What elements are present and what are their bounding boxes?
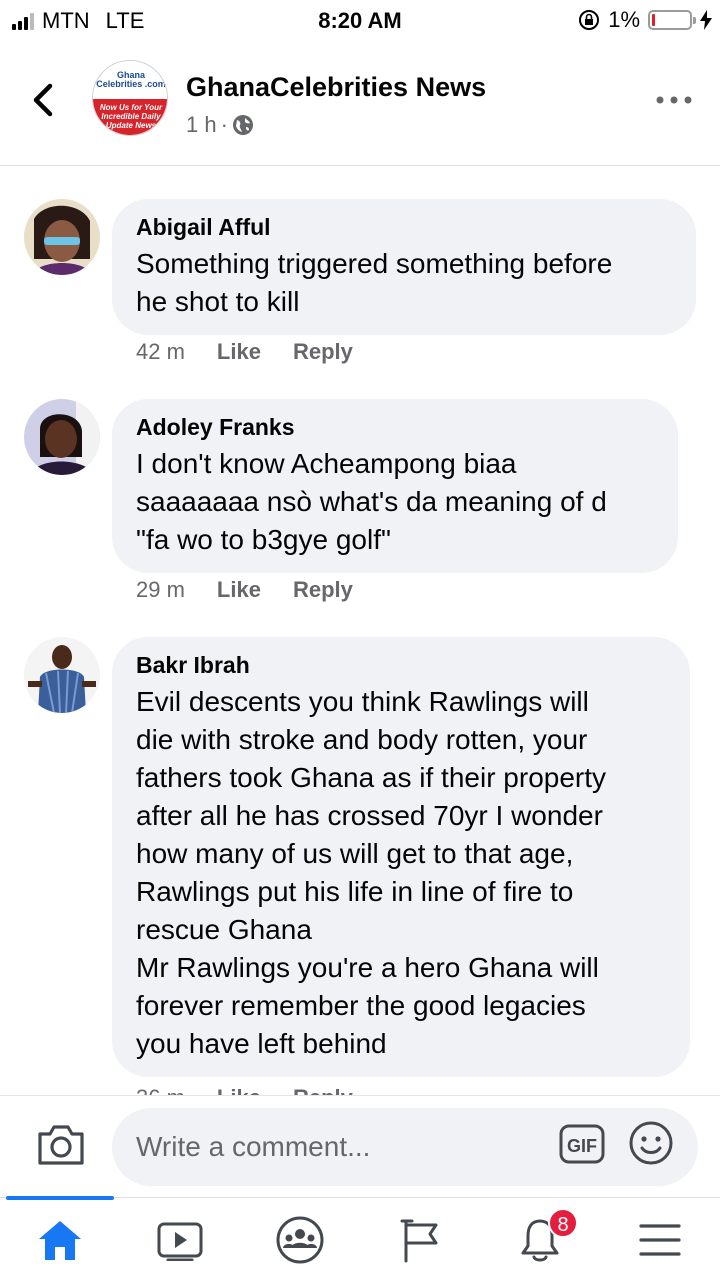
avatar-image xyxy=(24,637,100,713)
reply-button[interactable]: Reply xyxy=(293,577,353,603)
camera-icon xyxy=(38,1125,84,1165)
post-time: 1 h xyxy=(186,112,217,137)
home-icon xyxy=(39,1220,81,1260)
hamburger-menu-icon xyxy=(639,1223,681,1256)
post-header: Ghana Celebrities .com Now Us for Your I… xyxy=(0,40,720,166)
comment-time: 29 m xyxy=(136,577,185,602)
tab-menu[interactable] xyxy=(600,1198,720,1280)
avatar[interactable] xyxy=(24,199,100,275)
charging-bolt-icon xyxy=(700,10,712,30)
more-dots-icon xyxy=(656,96,692,104)
comment-actions: 42 m Like Reply xyxy=(136,339,353,365)
emoji-button[interactable] xyxy=(628,1120,674,1166)
more-options-button[interactable] xyxy=(654,90,694,110)
orientation-lock-icon xyxy=(579,10,600,30)
page-name[interactable]: GhanaCelebrities News xyxy=(186,72,486,103)
reply-button[interactable]: Reply xyxy=(293,1085,353,1095)
logo-bottom-text: Now Us for Your Incredible Daily Update … xyxy=(93,99,167,135)
smiley-icon xyxy=(629,1121,673,1165)
bottom-tab-bar: 8 xyxy=(0,1196,720,1280)
like-button[interactable]: Like xyxy=(217,577,261,603)
status-bar: MTN LTE 8:20 AM 1% xyxy=(0,0,720,40)
reply-button[interactable]: Reply xyxy=(293,339,353,365)
gif-button[interactable]: GIF xyxy=(558,1122,606,1166)
comments-list: Abigail Afful Something triggered someth… xyxy=(0,167,720,1095)
video-play-icon xyxy=(157,1222,203,1261)
battery-percent: 1% xyxy=(608,7,640,32)
logo-top-text: Ghana Celebrities .com xyxy=(93,61,167,99)
gif-icon: GIF xyxy=(559,1124,605,1164)
tab-watch[interactable] xyxy=(120,1198,240,1280)
status-bar-right: 1% xyxy=(578,7,712,33)
back-button[interactable] xyxy=(22,78,66,122)
comment-bubble[interactable]: Adoley Franks I don't know Acheampong bi… xyxy=(112,399,678,573)
comment-time: 36 m xyxy=(136,1085,185,1095)
notifications-badge: 8 xyxy=(548,1208,578,1238)
camera-button[interactable] xyxy=(36,1122,86,1168)
tab-notifications[interactable] xyxy=(480,1198,600,1280)
meta-separator: · xyxy=(220,112,228,137)
groups-icon xyxy=(276,1216,324,1263)
comment-bubble[interactable]: Abigail Afful Something triggered someth… xyxy=(112,199,696,335)
avatar[interactable] xyxy=(24,399,100,475)
comment-input[interactable]: Write a comment... xyxy=(112,1108,698,1186)
avatar-image xyxy=(24,199,100,275)
comment-author[interactable]: Adoley Franks xyxy=(136,413,656,441)
comment-author[interactable]: Abigail Afful xyxy=(136,213,674,241)
tab-home[interactable] xyxy=(0,1198,120,1280)
battery-icon xyxy=(648,10,696,30)
comment-input-placeholder: Write a comment... xyxy=(136,1131,371,1162)
tab-groups[interactable] xyxy=(240,1198,360,1280)
comment-time: 42 m xyxy=(136,339,185,364)
like-button[interactable]: Like xyxy=(217,1085,261,1095)
avatar[interactable] xyxy=(24,637,100,713)
comment-composer: Write a comment... GIF xyxy=(0,1095,720,1197)
comment-bubble[interactable]: Bakr Ibrah Evil descents you think Rawli… xyxy=(112,637,690,1077)
comment-actions: 36 m Like Reply xyxy=(136,1085,353,1095)
comment-text: Something triggered something before he … xyxy=(136,248,613,317)
flag-icon xyxy=(400,1219,438,1262)
like-button[interactable]: Like xyxy=(217,339,261,365)
avatar-image xyxy=(24,399,100,475)
gif-label: GIF xyxy=(567,1136,597,1156)
comment-text: I don't know Acheampong biaa saaaaaaa ns… xyxy=(136,448,607,555)
comment-author[interactable]: Bakr Ibrah xyxy=(136,651,668,679)
post-meta: 1 h · xyxy=(186,112,254,138)
tab-pages[interactable] xyxy=(360,1198,480,1280)
comment-text: Evil descents you think Rawlings will di… xyxy=(136,686,607,1059)
page-avatar[interactable]: Ghana Celebrities .com Now Us for Your I… xyxy=(92,60,168,136)
comment-actions: 29 m Like Reply xyxy=(136,577,353,603)
chevron-left-icon xyxy=(33,83,53,117)
globe-icon xyxy=(232,115,253,135)
